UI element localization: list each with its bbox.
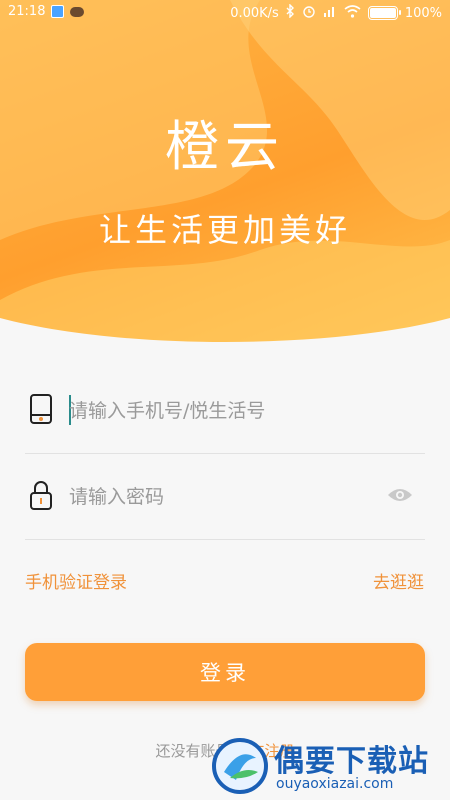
login-button[interactable]: 登录 [25,643,425,701]
app-slogan: 让生活更加美好 [98,211,351,249]
hero-banner: 21:18 0.00K/s 100% 橙云 让生活更加美好 [0,0,450,345]
site-watermark: 偶要下载站 ouyaoxiazai.com [210,732,446,798]
watermark-url: ouyaoxiazai.com [276,776,394,792]
lock-icon [29,480,53,514]
alarm-icon [302,4,316,22]
sms-login-link[interactable]: 手机验证登录 [25,568,127,593]
status-bar: 21:18 0.00K/s 100% [0,0,450,26]
phone-icon [29,394,53,428]
battery-percent: 100% [404,5,442,21]
watermark-title: 偶要下载站 [274,744,429,779]
watermark-logo-icon [210,736,270,800]
password-input[interactable] [69,480,369,514]
browse-link[interactable]: 去逛逛 [373,568,424,593]
app-notification-icon [51,5,65,18]
password-field-row [25,454,425,540]
wifi-icon [344,4,361,22]
status-time: 21:18 [8,4,46,19]
cat-notification-icon [70,6,85,17]
phone-field-row [25,368,425,454]
bluetooth-icon [286,3,295,22]
signal-icon [323,5,337,22]
net-speed: 0.00K/s [230,5,279,21]
phone-input[interactable] [69,394,369,428]
show-password-icon[interactable] [387,487,413,507]
battery-icon [367,6,401,20]
app-title: 橙云 [165,115,285,178]
